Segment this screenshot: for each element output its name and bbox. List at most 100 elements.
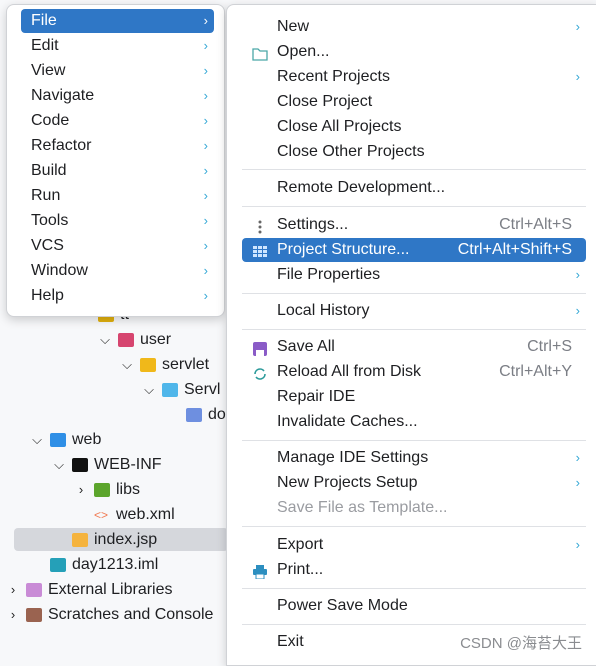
tree-item-label: do [208,406,226,423]
menu-item-new-projects-setup[interactable]: New Projects Setup › [242,471,586,495]
menu-label: Window [31,262,88,279]
menu-file[interactable]: File › [21,9,214,33]
menu-item-label: Settings... [277,216,349,233]
menu-item-label: Power Save Mode [277,597,408,614]
chevron-right-icon: › [203,213,208,228]
menu-item-close-all-projects[interactable]: Close All Projects [242,115,586,139]
project-structure-icon [252,243,268,257]
menu-view[interactable]: View › [21,59,214,83]
scratches-icon [26,608,42,622]
menu-item-manage-ide-settings[interactable]: Manage IDE Settings › [242,446,586,470]
menu-item-label: Close Other Projects [277,143,425,160]
tree-item[interactable]: ⌵ user [98,328,171,352]
chevron-right-icon: › [203,63,208,78]
menu-run[interactable]: Run › [21,184,214,208]
menu-label: Code [31,112,70,129]
menu-item-project-structure[interactable]: Project Structure... Ctrl+Alt+Shift+S [242,238,586,262]
tree-item[interactable]: ⌵ WEB-INF [52,453,161,477]
folder-open-icon [252,45,268,61]
menu-item-power-save-mode[interactable]: Power Save Mode [242,594,586,618]
menu-edit[interactable]: Edit › [21,34,214,58]
tree-item-label: web.xml [116,506,175,523]
chevron-icon[interactable]: ⌵ [120,353,134,377]
chevron-right-icon: › [575,267,580,282]
menu-item-local-history[interactable]: Local History › [242,299,586,323]
menu-item-settings[interactable]: Settings... Ctrl+Alt+S [242,213,586,237]
tree-item[interactable]: ⌵ web [30,428,101,452]
menu-item-repair-ide[interactable]: Repair IDE [242,385,586,409]
iml-icon [50,558,66,572]
menu-item-recent-projects[interactable]: Recent Projects › [242,65,586,89]
menu-item-label: Reload All from Disk [277,363,422,380]
menu-item-new[interactable]: New › [242,15,586,39]
menu-separator [242,624,586,625]
tree-item[interactable]: ⌵ Servl [142,378,220,402]
menu-item-open[interactable]: Open... [242,40,586,64]
menu-item-label: Open... [277,43,330,60]
xml-icon: <> [94,508,109,522]
chevron-icon[interactable]: ⌵ [98,328,112,352]
shortcut-label: Ctrl+Alt+Shift+S [457,241,572,258]
menu-tools[interactable]: Tools › [21,209,214,233]
tree-item[interactable]: › External Libraries [6,578,173,602]
chevron-icon[interactable]: ⌵ [30,428,44,452]
tree-item-label: web [72,431,102,448]
menu-window[interactable]: Window › [21,259,214,283]
chevron-icon[interactable]: ⌵ [52,453,66,477]
tree-item[interactable]: ⌵ servlet [120,353,209,377]
tree-item[interactable]: › libs [74,478,140,502]
menu-item-save-all[interactable]: Save All Ctrl+S [242,335,586,359]
menu-separator [242,169,586,170]
tree-item[interactable]: do [166,403,226,427]
tree-item[interactable]: index.jsp [52,528,157,552]
menu-label: Navigate [31,87,95,104]
menu-label: File [31,12,57,29]
file-menu: New › Open... Recent Projects › Close Project… [226,4,596,666]
menu-item-reload-all-from-disk[interactable]: Reload All from Disk Ctrl+Alt+Y [242,360,586,384]
tree-item[interactable]: day1213.iml [30,553,158,577]
chevron-icon[interactable]: › [6,578,20,602]
web-folder-icon [50,433,66,447]
package-folder-icon [118,333,134,347]
chevron-icon[interactable]: › [6,603,20,627]
menu-item-label: Project Structure... [277,241,410,258]
menu-item-close-project[interactable]: Close Project [242,90,586,114]
menu-separator [242,206,586,207]
chevron-icon[interactable]: › [74,478,88,502]
menu-refactor[interactable]: Refactor › [21,134,214,158]
menu-build[interactable]: Build › [21,159,214,183]
menu-item-label: Close Project [277,93,373,110]
method-icon [186,408,202,422]
print-icon [252,563,268,580]
menu-vcs[interactable]: VCS › [21,234,214,258]
menu-item-label: New Projects Setup [277,474,418,491]
menu-item-label: Save File as Template... [277,499,448,516]
menu-label: Edit [31,37,59,54]
chevron-right-icon: › [575,69,580,84]
chevron-right-icon: › [203,88,208,103]
menu-navigate[interactable]: Navigate › [21,84,214,108]
tree-item-label: day1213.iml [72,556,159,573]
menu-item-print[interactable]: Print... [242,558,586,582]
menu-code[interactable]: Code › [21,109,214,133]
main-menu: File › Edit › View › Navigate › Code › Refactor › Bu… [6,4,225,317]
menu-item-file-properties[interactable]: File Properties › [242,263,586,287]
menu-item-export[interactable]: Export › [242,533,586,557]
menu-item-close-other-projects[interactable]: Close Other Projects [242,140,586,164]
menu-label: Help [31,287,64,304]
menu-label: Refactor [31,137,92,154]
menu-help[interactable]: Help › [21,284,214,308]
chevron-right-icon: › [203,113,208,128]
tree-item[interactable]: <> web.xml [74,503,175,527]
menu-item-invalidate-caches[interactable]: Invalidate Caches... [242,410,586,434]
tree-item[interactable]: › Scratches and Console [6,603,214,627]
menu-item-label: Save All [277,338,335,355]
menu-item-label: Exit [277,633,304,650]
menu-label: View [31,62,66,79]
menu-item-remote-development[interactable]: Remote Development... [242,176,586,200]
menu-separator [242,329,586,330]
chevron-right-icon: › [575,450,580,465]
menu-item-label: Local History [277,302,370,319]
chevron-icon[interactable]: ⌵ [142,378,156,402]
jsp-icon [72,533,88,547]
